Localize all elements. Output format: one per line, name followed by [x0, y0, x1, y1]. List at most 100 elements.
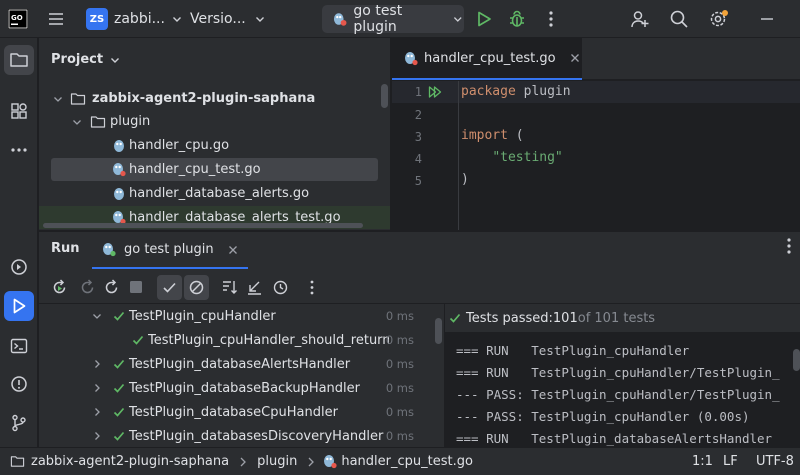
test-row[interactable]: TestPlugin_databasesDiscoveryHandler 0 m…: [39, 424, 434, 448]
console-line: === RUN TestPlugin_cpuHandler: [456, 343, 690, 358]
test-row[interactable]: TestPlugin_databaseCpuHandler 0 ms: [39, 400, 434, 424]
vcs-label: Versio...: [190, 11, 246, 27]
run-button[interactable]: [474, 0, 494, 38]
console-line: --- PASS: TestPlugin_cpuHandler/TestPlug…: [456, 387, 780, 402]
run-tool-button[interactable]: [4, 291, 34, 321]
test-results-summary: Tests passed: 101 of 101 tests: [449, 304, 800, 332]
structure-icon: [11, 103, 27, 119]
main-menu-icon[interactable]: [46, 0, 66, 38]
sort-icon[interactable]: [221, 279, 239, 296]
tree-vertical-scrollbar[interactable]: [381, 84, 388, 108]
run-gutter-icon[interactable]: [428, 85, 442, 99]
caret-position[interactable]: 1:1: [692, 454, 713, 469]
settings-gear-icon[interactable]: [708, 0, 730, 38]
breadcrumb-folder[interactable]: plugin: [257, 454, 297, 469]
project-name: zabbi...: [114, 11, 165, 27]
tree-item-plugin-folder[interactable]: plugin: [39, 110, 390, 133]
terminal-icon: [10, 338, 28, 354]
more-actions-icon[interactable]: [307, 279, 317, 296]
problems-tool-button[interactable]: [4, 369, 34, 399]
search-icon[interactable]: [669, 0, 689, 38]
test-row[interactable]: TestPlugin_cpuHandler_should_return_ 0 m…: [39, 328, 434, 352]
tree-item-project-root[interactable]: zabbix-agent2-plugin-saphana: [39, 87, 390, 110]
editor-tab-active[interactable]: handler_cpu_test.go: [392, 38, 582, 80]
console-line: === RUN TestPlugin_databaseAlertsHandler: [456, 431, 773, 446]
tool-window-strip: [0, 38, 38, 447]
test-duration: 0 ms: [385, 405, 414, 419]
breadcrumb-project[interactable]: zabbix-agent2-plugin-saphana: [31, 454, 229, 469]
more-actions-icon[interactable]: [543, 0, 559, 38]
show-ignored-toggle[interactable]: [184, 275, 209, 300]
close-icon[interactable]: [228, 245, 238, 255]
more-tools-button[interactable]: [4, 135, 34, 165]
test-name: TestPlugin_databaseCpuHandler: [129, 404, 338, 420]
structure-tool-button[interactable]: [4, 96, 34, 126]
code-with-me-icon[interactable]: [630, 0, 650, 38]
gopher-icon: [333, 13, 347, 26]
test-tree-scrollbar[interactable]: [435, 318, 442, 344]
project-panel-header[interactable]: Project: [51, 52, 121, 67]
run-config-selector[interactable]: go test plugin: [322, 3, 464, 35]
test-row[interactable]: TestPlugin_databaseAlertsHandler 0 ms: [39, 352, 434, 376]
project-tool-button[interactable]: [4, 45, 34, 75]
project-selector[interactable]: ZS zabbi...: [86, 0, 183, 38]
test-duration: 0 ms: [385, 381, 414, 395]
rerun-auto-icon[interactable]: [103, 279, 120, 296]
tree-item-file-selected[interactable]: handler_cpu_test.go: [51, 158, 378, 181]
rerun-failed-icon[interactable]: [79, 279, 96, 296]
test-duration: 0 ms: [385, 309, 414, 323]
vcs-selector[interactable]: Versio...: [190, 0, 266, 38]
check-pass-icon: [113, 383, 125, 393]
stop-icon[interactable]: [129, 280, 143, 294]
tree-item-label: plugin: [110, 114, 151, 129]
check-pass-icon: [113, 407, 125, 417]
test-duration: 0 ms: [385, 333, 414, 347]
chevron-down-icon: [73, 119, 81, 125]
status-bar: zabbix-agent2-plugin-saphana plugin hand…: [0, 447, 800, 475]
git-tool-button[interactable]: [4, 408, 34, 438]
history-icon[interactable]: [272, 279, 289, 296]
console-scrollbar[interactable]: [793, 349, 800, 371]
file-encoding[interactable]: UTF-8: [756, 454, 794, 469]
test-row-expanded[interactable]: TestPlugin_cpuHandler 0 ms: [39, 304, 434, 328]
gopher-test-icon: [324, 455, 337, 469]
line-number: 4: [414, 152, 422, 166]
rerun-icon[interactable]: [51, 279, 68, 296]
git-branch-icon: [12, 414, 26, 432]
chevron-right-icon: [308, 457, 315, 466]
play-icon: [478, 11, 491, 27]
minimize-icon[interactable]: [757, 0, 777, 38]
more-horizontal-icon: [11, 148, 27, 152]
current-line-highlight: [392, 81, 800, 103]
debug-button[interactable]: [507, 0, 527, 38]
run-tab-active[interactable]: go test plugin: [92, 232, 248, 269]
gutter-divider: [458, 81, 459, 230]
gopher-icon: [103, 243, 116, 257]
project-badge: ZS: [86, 8, 108, 30]
svg-text:GO: GO: [11, 14, 23, 22]
test-row[interactable]: TestPlugin_databaseBackupHandler 0 ms: [39, 376, 434, 400]
services-tool-button[interactable]: [4, 252, 34, 282]
test-duration: 0 ms: [385, 357, 414, 371]
gopher-icon: [114, 140, 124, 152]
line-separator[interactable]: LF: [723, 454, 738, 469]
show-passed-toggle[interactable]: [157, 275, 182, 300]
tree-item-file[interactable]: handler_cpu.go: [39, 134, 390, 157]
editor-tab-label: handler_cpu_test.go: [424, 50, 556, 66]
close-icon[interactable]: [570, 53, 580, 63]
code-line[interactable]: ): [461, 172, 469, 187]
tree-horizontal-scrollbar[interactable]: [43, 223, 363, 228]
run-panel-options-icon[interactable]: [781, 236, 800, 264]
result-passed-count: 101: [552, 310, 578, 326]
import-tests-icon[interactable]: [246, 279, 263, 296]
project-panel: Project zabbix-agent2-plugin-saphana plu…: [39, 38, 390, 230]
code-line[interactable]: import (: [461, 128, 524, 143]
code-line[interactable]: "testing": [461, 150, 562, 165]
bug-icon: [510, 10, 524, 27]
tree-item-label: zabbix-agent2-plugin-saphana: [92, 91, 316, 106]
tree-item-file[interactable]: handler_database_alerts.go: [39, 182, 390, 205]
check-pass-icon: [132, 335, 144, 345]
terminal-tool-button[interactable]: [4, 331, 34, 361]
breadcrumb-file[interactable]: handler_cpu_test.go: [341, 454, 473, 469]
code-line[interactable]: package plugin: [461, 84, 571, 99]
